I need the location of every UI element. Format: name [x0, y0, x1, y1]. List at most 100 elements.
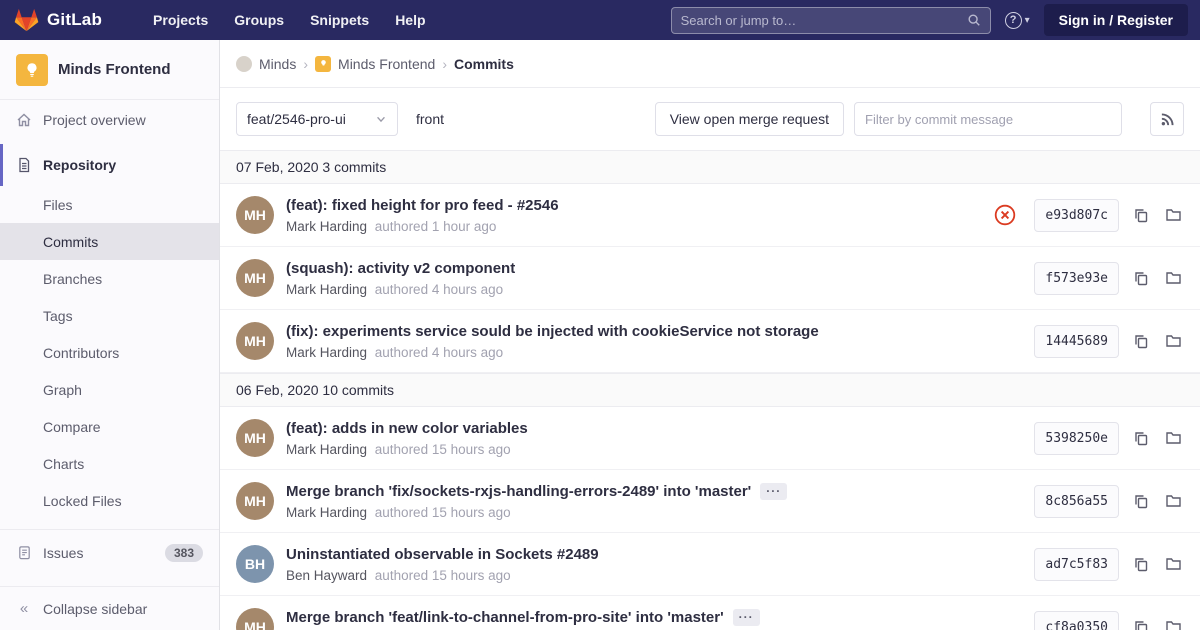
sidebar-item-graph[interactable]: Graph: [0, 371, 219, 408]
commit-groups: 07 Feb, 2020 3 commits MH (feat): fixed …: [220, 150, 1200, 630]
commit-title-link[interactable]: (feat): fixed height for pro feed - #254…: [286, 197, 559, 214]
question-icon: ?: [1004, 11, 1022, 29]
breadcrumb-minds[interactable]: Minds: [259, 56, 296, 72]
commit-sha[interactable]: 5398250e: [1034, 421, 1119, 455]
author-avatar[interactable]: MH: [236, 196, 274, 234]
commit-title-link[interactable]: Uninstantiated observable in Sockets #24…: [286, 546, 599, 563]
commit-sha[interactable]: ad7c5f83: [1034, 547, 1119, 581]
copy-sha-button[interactable]: [1131, 554, 1151, 574]
minds-group-icon: [236, 55, 252, 72]
commit-title-link[interactable]: Merge branch 'feat/link-to-channel-from-…: [286, 609, 724, 626]
collapse-sidebar-button[interactable]: « Collapse sidebar: [0, 586, 219, 630]
commit-title-link[interactable]: Merge branch 'fix/sockets-rxjs-handling-…: [286, 483, 751, 500]
sidebar-item-contributors[interactable]: Contributors: [0, 334, 219, 371]
project-context-header[interactable]: Minds Frontend: [0, 40, 219, 100]
copy-sha-button[interactable]: [1131, 268, 1151, 288]
browse-files-button[interactable]: [1163, 205, 1184, 225]
commit-author-link[interactable]: Mark Harding: [286, 505, 367, 520]
copy-sha-button[interactable]: [1131, 617, 1151, 630]
author-avatar[interactable]: MH: [236, 482, 274, 520]
browse-files-button[interactable]: [1163, 617, 1184, 630]
nav-item-projects[interactable]: Projects: [142, 6, 219, 34]
sidebar-item-branches[interactable]: Branches: [0, 260, 219, 297]
copy-sha-button[interactable]: [1131, 331, 1151, 351]
browse-files-button[interactable]: [1163, 491, 1184, 511]
sidebar-item-repository[interactable]: Repository: [0, 144, 219, 186]
expand-commit-button[interactable]: ···: [760, 482, 788, 500]
lightbulb-icon: [320, 60, 326, 67]
copy-icon: [1135, 621, 1148, 630]
expand-commit-button[interactable]: ···: [732, 608, 760, 626]
commit-sha[interactable]: 8c856a55: [1034, 484, 1119, 518]
repository-subnav: Files Commits Branches Tags Contributors…: [0, 186, 219, 519]
folder-icon: [1166, 272, 1181, 284]
copy-sha-button[interactable]: [1131, 205, 1151, 225]
chevron-down-icon: [377, 116, 385, 123]
copy-icon: [1135, 272, 1148, 286]
view-merge-request-button[interactable]: View open merge request: [654, 102, 844, 136]
branch-selector[interactable]: feat/2546-pro-ui: [236, 102, 398, 136]
commit-sha[interactable]: e93d807c: [1034, 198, 1119, 232]
search-icon: [968, 14, 980, 26]
sidebar-item-compare[interactable]: Compare: [0, 408, 219, 445]
author-avatar[interactable]: MH: [236, 259, 274, 297]
sidebar-item-issues[interactable]: Issues 383: [0, 529, 219, 575]
collapse-label: Collapse sidebar: [43, 600, 148, 617]
project-avatar: [16, 53, 48, 86]
gitlab-app: GitLab Projects Groups Snippets Help ? ▾…: [0, 0, 1200, 630]
author-avatar[interactable]: MH: [236, 322, 274, 360]
commit-sha[interactable]: cf8a0350: [1034, 610, 1119, 630]
help-dropdown[interactable]: ? ▾: [1004, 11, 1030, 29]
sidebar-item-files[interactable]: Files: [0, 186, 219, 223]
search-input[interactable]: [680, 12, 967, 28]
commit-info: Merge branch 'feat/link-to-channel-from-…: [286, 608, 1022, 630]
commit-row: MH (fix): experiments service sould be i…: [220, 310, 1200, 373]
sidebar-item-commits[interactable]: Commits: [0, 223, 219, 260]
copy-sha-button[interactable]: [1131, 428, 1151, 448]
global-search-box[interactable]: [670, 6, 991, 34]
copy-sha-button[interactable]: [1131, 491, 1151, 511]
nav-item-snippets[interactable]: Snippets: [299, 6, 380, 34]
copy-icon: [1135, 558, 1148, 572]
project-name: Minds Frontend: [58, 61, 171, 78]
author-avatar[interactable]: MH: [236, 419, 274, 457]
issues-icon: [16, 545, 32, 560]
commit-author-link[interactable]: Mark Harding: [286, 219, 367, 234]
nav-item-groups[interactable]: Groups: [223, 6, 295, 34]
pipeline-failed-icon[interactable]: [994, 204, 1016, 226]
breadcrumb-separator-icon: ›: [442, 55, 447, 72]
author-avatar[interactable]: BH: [236, 545, 274, 583]
breadcrumb-commits: Commits: [453, 55, 514, 72]
lightbulb-icon: [27, 62, 37, 77]
browse-files-button[interactable]: [1163, 554, 1184, 574]
home-icon: [16, 112, 32, 128]
commit-author-link[interactable]: Mark Harding: [286, 345, 367, 360]
browse-files-button[interactable]: [1163, 428, 1184, 448]
breadcrumb-minds-frontend[interactable]: Minds Frontend: [338, 56, 435, 72]
sidebar-item-charts[interactable]: Charts: [0, 445, 219, 482]
commit-sha[interactable]: f573e93e: [1034, 261, 1119, 295]
nav-item-help[interactable]: Help: [384, 6, 436, 34]
commit-sha[interactable]: 14445689: [1034, 324, 1119, 358]
commit-title-link[interactable]: (feat): adds in new color variables: [286, 420, 528, 437]
commit-meta-text: authored 4 hours ago: [371, 344, 504, 360]
brand-name: GitLab: [47, 10, 103, 29]
commit-title-link[interactable]: (fix): experiments service sould be inje…: [286, 323, 819, 340]
commit-filter-input[interactable]: [854, 102, 1122, 136]
author-avatar[interactable]: MH: [236, 608, 274, 630]
commit-author-link[interactable]: Mark Harding: [286, 442, 367, 457]
browse-files-button[interactable]: [1163, 331, 1184, 351]
gitlab-logo-link[interactable]: GitLab: [14, 8, 102, 32]
sidebar-item-project-overview[interactable]: Project overview: [0, 100, 219, 140]
commit-author-link[interactable]: Ben Hayward: [286, 568, 367, 583]
commit-author-link[interactable]: Mark Harding: [286, 282, 367, 297]
issues-count-badge: 383: [164, 543, 203, 562]
commits-feed-button[interactable]: [1150, 102, 1184, 136]
sidebar-item-tags[interactable]: Tags: [0, 297, 219, 334]
commit-date: 06 Feb, 2020: [236, 382, 319, 398]
sidebar-item-locked-files[interactable]: Locked Files: [0, 482, 219, 519]
commit-meta-text: authored 15 hours ago: [371, 567, 511, 583]
browse-files-button[interactable]: [1163, 268, 1184, 288]
commit-title-link[interactable]: (squash): activity v2 component: [286, 260, 515, 277]
sign-in-button[interactable]: Sign in / Register: [1043, 4, 1188, 36]
